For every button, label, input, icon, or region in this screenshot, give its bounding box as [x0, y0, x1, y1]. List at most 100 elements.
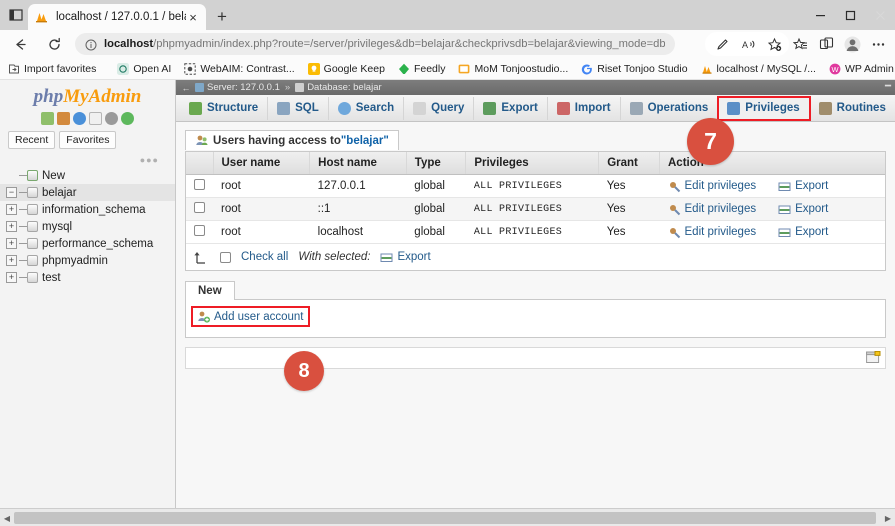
bookmark-import-favorites[interactable]: Import favorites	[3, 60, 101, 78]
new-tab-button[interactable]: +	[212, 7, 232, 27]
profile-avatar-icon[interactable]	[839, 32, 865, 56]
split-screen-icon[interactable]	[813, 32, 839, 56]
tab-export[interactable]: Export	[474, 96, 548, 120]
export-link[interactable]: Export	[795, 180, 828, 192]
row-checkbox-cell[interactable]	[186, 220, 213, 244]
tab-routines[interactable]: Routines	[810, 96, 895, 120]
row-checkbox[interactable]	[194, 179, 205, 190]
tree-item-phpmyadmin[interactable]: + phpmyadmin	[0, 252, 175, 269]
bookmark-open-ai[interactable]: Open AI	[112, 60, 176, 78]
tree-connector	[19, 209, 27, 210]
column-header-grant[interactable]: Grant	[598, 152, 660, 175]
sidebar-resize-handle[interactable]: ●●●	[0, 155, 175, 165]
row-checkbox-cell[interactable]	[186, 174, 213, 198]
sidebar-tab-recent[interactable]: Recent	[8, 131, 56, 149]
column-header-host-name[interactable]: Host name	[309, 152, 407, 175]
row-checkbox-cell[interactable]	[186, 197, 213, 221]
table-row[interactable]: root 127.0.0.1 global ALL PRIVILEGES Yes	[186, 174, 885, 198]
bookmark-webaim-contrast[interactable]: WebAIM: Contrast...	[179, 60, 299, 78]
select-all-arrow-icon[interactable]	[194, 250, 210, 264]
export-link[interactable]: Export	[795, 203, 828, 215]
window-restore-icon[interactable]	[8, 7, 24, 23]
pen-icon[interactable]	[709, 32, 735, 56]
tab-close-icon[interactable]: ×	[186, 10, 200, 25]
back-button[interactable]	[6, 32, 34, 56]
read-aloud-icon[interactable]: A	[735, 32, 761, 56]
collapse-icon[interactable]: ━	[885, 81, 891, 92]
tree-toggle-collapse[interactable]: −	[6, 187, 17, 198]
bookmark-mom-tonjoostudio[interactable]: MoM Tonjoostudio...	[453, 60, 573, 78]
collections-icon[interactable]	[787, 32, 813, 56]
column-header-privileges[interactable]: Privileges	[465, 152, 600, 175]
breadcrumb-back-icon[interactable]: ←	[180, 83, 192, 93]
cell-user-name: root	[213, 174, 310, 198]
export-link[interactable]: Export	[795, 226, 828, 238]
tab-import[interactable]: Import	[548, 96, 621, 120]
footer-export-link[interactable]: Export	[397, 251, 430, 263]
tree-toggle-expand[interactable]: +	[6, 238, 17, 249]
horizontal-scrollbar[interactable]: ◀ ▶	[0, 508, 895, 526]
tab-privileges[interactable]: Privileges	[717, 95, 811, 121]
tree-item-new[interactable]: New	[0, 167, 175, 184]
tab-operations[interactable]: Operations	[621, 96, 719, 120]
breadcrumb-database-label[interactable]: Database: belajar	[307, 82, 381, 93]
info-circle-icon[interactable]	[85, 38, 97, 51]
footer-export-action[interactable]: Export	[380, 251, 431, 264]
new-window-icon[interactable]	[866, 350, 881, 364]
privileges-icon	[727, 101, 741, 115]
column-header-type[interactable]: Type	[406, 152, 467, 175]
table-row[interactable]: root ::1 global ALL PRIVILEGES Yes Edit …	[186, 197, 885, 221]
help-docs-icon[interactable]	[73, 112, 86, 125]
favorites-star-icon[interactable]	[761, 32, 787, 56]
tree-toggle-expand[interactable]: +	[6, 204, 17, 215]
window-maximize-button[interactable]	[835, 0, 865, 30]
bookmark-localhost-mysql[interactable]: localhost / MySQL /...	[696, 60, 821, 78]
cell-type: global	[406, 197, 466, 221]
tree-toggle-expand[interactable]: +	[6, 255, 17, 266]
tab-query[interactable]: Query	[404, 96, 475, 120]
window-close-button[interactable]	[865, 0, 895, 30]
check-all-checkbox[interactable]	[220, 251, 231, 263]
scroll-right-arrow[interactable]: ▶	[881, 509, 895, 526]
tree-toggle-expand[interactable]: +	[6, 221, 17, 232]
bookmark-feedly[interactable]: Feedly	[393, 60, 451, 78]
row-checkbox[interactable]	[194, 225, 205, 236]
scroll-left-arrow[interactable]: ◀	[0, 509, 14, 526]
edit-privileges-link[interactable]: Edit privileges	[685, 203, 757, 215]
home-icon[interactable]	[41, 112, 54, 125]
breadcrumb-server-label[interactable]: Server: 127.0.0.1	[207, 82, 280, 93]
refresh-icon[interactable]	[121, 112, 134, 125]
tree-item-test[interactable]: + test	[0, 269, 175, 286]
bookmark-wp-admin[interactable]: W WP Admin	[824, 60, 895, 78]
browser-tab[interactable]: localhost / 127.0.0.1 / belajar | ph ×	[28, 4, 206, 30]
scrollbar-thumb[interactable]	[14, 512, 876, 524]
add-user-account-link[interactable]: Add user account	[191, 306, 310, 327]
tab-sql[interactable]: SQL	[268, 96, 329, 120]
sidebar-tab-favorites[interactable]: Favorites	[59, 131, 117, 149]
new-section-tab[interactable]: New	[185, 281, 235, 300]
table-row[interactable]: root localhost global ALL PRIVILEGES Yes	[186, 220, 885, 244]
tree-item-information-schema[interactable]: + information_schema	[0, 201, 175, 218]
tree-item-label: New	[42, 169, 66, 182]
check-all-label[interactable]: Check all	[241, 251, 288, 263]
column-header-user-name[interactable]: User name	[213, 152, 311, 175]
tab-search[interactable]: Search	[329, 96, 405, 120]
server-export-icon[interactable]	[57, 112, 70, 125]
edit-privileges-link[interactable]: Edit privileges	[685, 180, 757, 192]
settings-gear-icon[interactable]	[105, 112, 118, 125]
address-bar[interactable]: localhost/phpmyadmin/index.php?route=/se…	[75, 33, 675, 55]
tree-toggle-expand[interactable]: +	[6, 272, 17, 283]
tree-item-mysql[interactable]: + mysql	[0, 218, 175, 235]
reload-button[interactable]	[40, 32, 68, 56]
edit-privileges-link[interactable]: Edit privileges	[685, 226, 757, 238]
documentation-icon[interactable]	[89, 112, 102, 125]
phpmyadmin-logo[interactable]: phpMyAdmin	[0, 80, 175, 108]
tree-item-belajar[interactable]: − belajar	[0, 184, 175, 201]
row-checkbox[interactable]	[194, 202, 205, 213]
tab-structure[interactable]: Structure	[180, 96, 269, 120]
more-options-icon[interactable]	[865, 32, 891, 56]
window-minimize-button[interactable]	[805, 0, 835, 30]
bookmark-riset-tonjoo-studio[interactable]: Riset Tonjoo Studio	[576, 60, 692, 78]
tree-item-performance-schema[interactable]: + performance_schema	[0, 235, 175, 252]
bookmark-google-keep[interactable]: Google Keep	[303, 60, 390, 78]
